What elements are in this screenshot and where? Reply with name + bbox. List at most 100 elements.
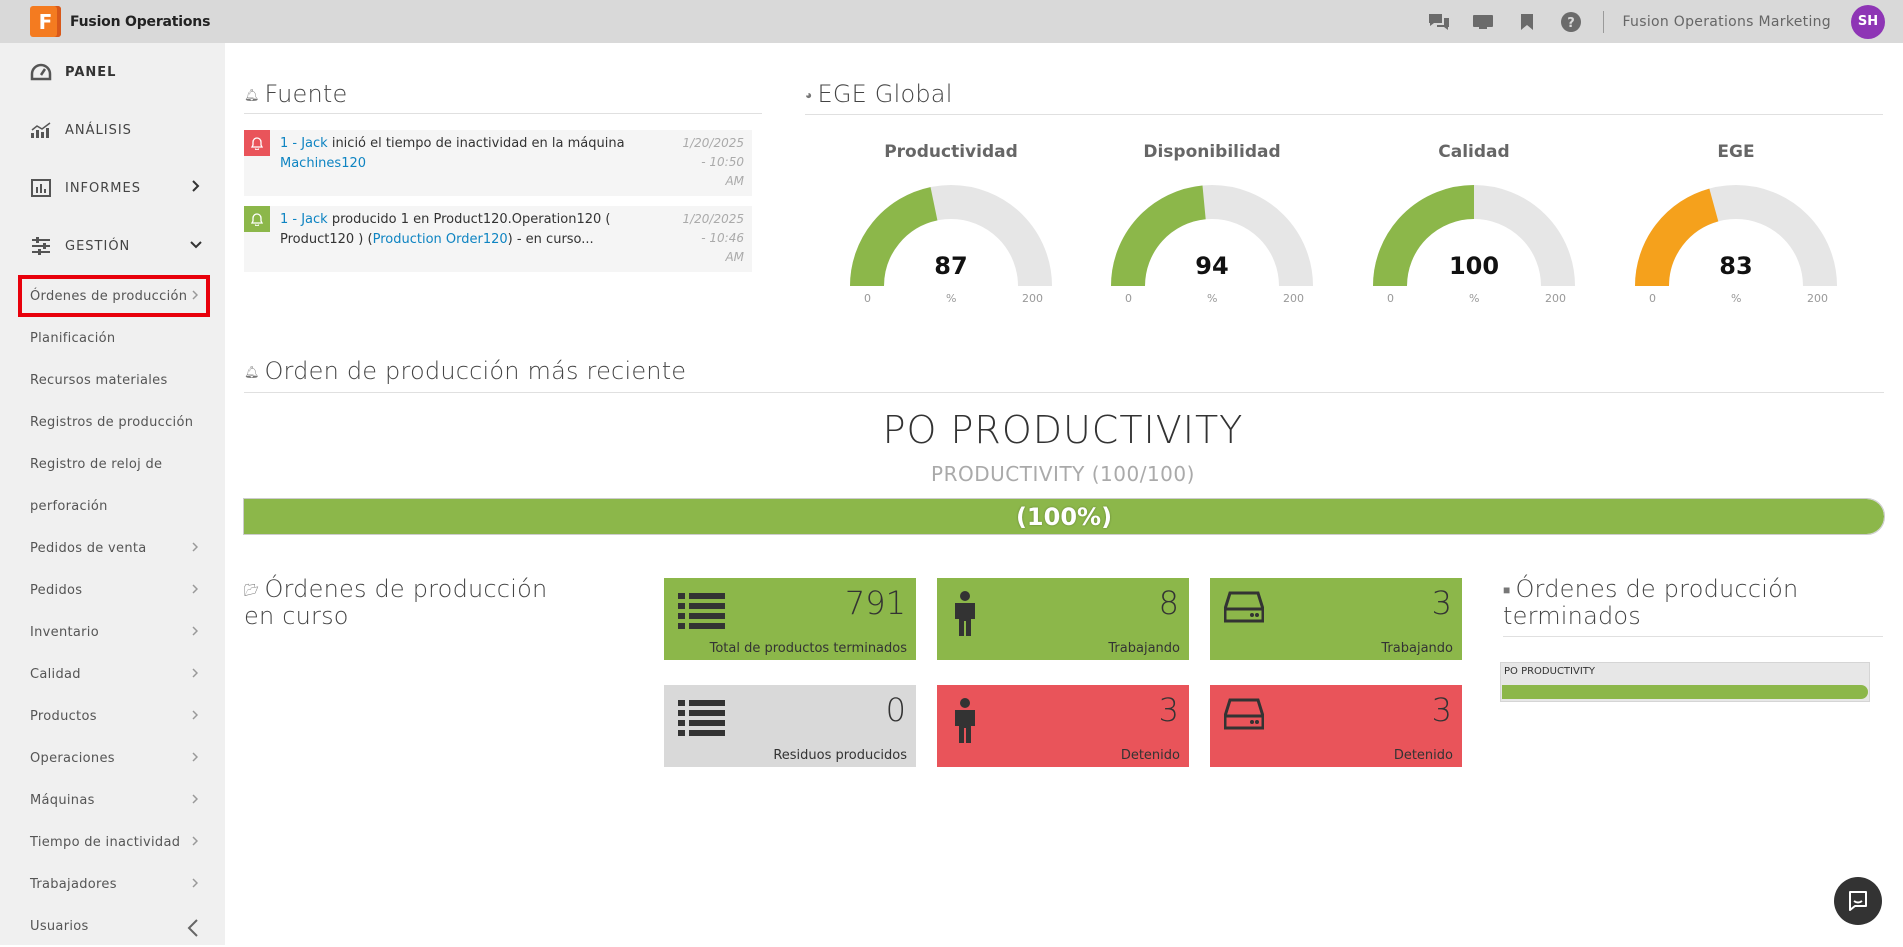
sliders-icon <box>30 235 52 257</box>
sidebar-item-panel[interactable]: PANEL <box>0 43 225 101</box>
divider <box>244 392 1884 393</box>
sidebar-item-operaciones[interactable]: Operaciones <box>0 737 225 779</box>
feed-machine-link[interactable]: Machines120 <box>280 156 366 171</box>
stat-label: Total de productos terminados <box>709 641 907 656</box>
gauge-max: 200 <box>1022 292 1043 305</box>
org-name[interactable]: Fusion Operations Marketing <box>1622 14 1831 30</box>
bookmark-icon[interactable] <box>1505 0 1549 43</box>
feed-actor-link[interactable]: 1 - Jack <box>280 136 328 151</box>
sidebar-item-label: Usuarios <box>30 918 89 934</box>
chevron-right-icon <box>192 878 198 888</box>
app-title[interactable]: Fusion Operations <box>70 14 210 30</box>
sidebar-item-pedidos-venta[interactable]: Pedidos de venta <box>0 527 225 569</box>
feed-order-link[interactable]: Production Order120 <box>373 232 508 247</box>
chevron-right-icon <box>192 752 198 762</box>
sidebar-item-planificacion[interactable]: Planificación <box>0 317 225 359</box>
feed-date-line: AM <box>725 250 744 264</box>
chevron-right-icon <box>192 542 198 552</box>
gauge-value: 87 <box>934 252 968 280</box>
stat-tile[interactable]: 3 Trabajando <box>1210 578 1462 660</box>
feed-date-line: 1/20/2025 <box>682 212 744 226</box>
stat-tile[interactable]: 8 Trabajando <box>937 578 1189 660</box>
feed-date-line: AM <box>725 174 744 188</box>
stat-value: 3 <box>1431 584 1452 622</box>
sidebar-item-registros-produccion[interactable]: Registros de producción <box>0 401 225 443</box>
gauge-value: 83 <box>1719 252 1753 280</box>
stat-tile[interactable]: 0 Residuos producidos <box>664 685 916 767</box>
sidebar-item-analisis[interactable]: ANÁLISIS <box>0 101 225 159</box>
sidebar-item-pedidos[interactable]: Pedidos <box>0 569 225 611</box>
sidebar-item-tiempo-inactividad[interactable]: Tiempo de inactividad <box>0 821 225 863</box>
chevron-right-icon <box>192 836 198 846</box>
sidebar-item-maquinas[interactable]: Máquinas <box>0 779 225 821</box>
stat-label: Trabajando <box>1381 641 1453 656</box>
sidebar-item-label: Registros de producción <box>30 414 194 430</box>
stat-label: Detenido <box>1393 748 1453 763</box>
sidebar-item-inventario[interactable]: Inventario <box>0 611 225 653</box>
sidebar-item-label: Máquinas <box>30 792 95 808</box>
sidebar-item-recursos-materiales[interactable]: Recursos materiales <box>0 359 225 401</box>
po-name: PO PRODUCTIVITY <box>882 408 1244 452</box>
feed-message-tail: ) - en curso... <box>507 232 594 247</box>
gauge-1: Disponibilidad 94 0% 200 <box>1107 142 1317 312</box>
stat-tile[interactable]: 3 Detenido <box>1210 685 1462 767</box>
gauge-title: Disponibilidad <box>1143 142 1281 162</box>
gauge-min: 0 <box>864 292 871 305</box>
sidebar-item-label: Planificación <box>30 330 116 346</box>
feed-item: 1 - Jack inició el tiempo de inactividad… <box>244 130 752 196</box>
bar-chart-icon <box>30 177 52 199</box>
sidebar-item-productos[interactable]: Productos <box>0 695 225 737</box>
stat-label: Detenido <box>1120 748 1180 763</box>
support-chat-button[interactable] <box>1834 877 1882 925</box>
collapse-sidebar-icon[interactable] <box>187 919 199 937</box>
divider <box>1503 636 1883 637</box>
stat-value: 8 <box>1158 584 1179 622</box>
sidebar-item-informes[interactable]: INFORMES <box>0 159 225 217</box>
sidebar-item-label: Operaciones <box>30 750 115 766</box>
gauge-title: Productividad <box>884 142 1018 162</box>
recent-order-title: 🔔︎ Orden de producción más reciente <box>244 357 687 385</box>
tv-icon[interactable] <box>1461 0 1505 43</box>
person-icon <box>951 698 979 748</box>
chart-icon <box>30 119 52 141</box>
sidebar-item-registro-reloj-cont[interactable]: perforación <box>0 485 225 527</box>
sidebar-item-label: Tiempo de inactividad <box>30 834 181 850</box>
feed-actor-link[interactable]: 1 - Jack <box>280 212 328 227</box>
gauge-3: EGE 83 0% 200 <box>1631 142 1841 312</box>
user-avatar[interactable]: SH <box>1851 4 1885 39</box>
in-progress-title: 📂︎ Órdenes de producción en curso <box>244 575 548 630</box>
machine-icon <box>1223 591 1265 627</box>
oee-title: ◕ EGE Global <box>805 80 953 108</box>
sidebar-item-ordenes-produccion[interactable]: Órdenes de producción <box>18 275 210 317</box>
sidebar-item-registro-reloj[interactable]: Registro de reloj de <box>0 443 225 485</box>
gauge-min: 0 <box>1387 292 1394 305</box>
sidebar-item-calidad[interactable]: Calidad <box>0 653 225 695</box>
gauge-max: 200 <box>1283 292 1304 305</box>
finished-order-card[interactable]: PO PRODUCTIVITY <box>1500 662 1870 702</box>
feed-item: 1 - Jack producido 1 en Product120.Opera… <box>244 206 752 272</box>
person-icon <box>951 591 979 641</box>
gauge-unit: % <box>1207 292 1218 305</box>
stat-label: Trabajando <box>1108 641 1180 656</box>
dashboard-icon <box>30 61 52 83</box>
app-logo[interactable]: F <box>30 6 61 37</box>
help-icon[interactable]: ? <box>1549 0 1593 43</box>
chevron-right-icon <box>192 626 198 636</box>
gauge-value: 100 <box>1448 252 1500 280</box>
sidebar-item-trabajadores[interactable]: Trabajadores <box>0 863 225 905</box>
divider <box>805 114 1883 115</box>
sidebar-item-label: Calidad <box>30 666 81 682</box>
stat-tile[interactable]: 791 Total de productos terminados <box>664 578 916 660</box>
chat-icon[interactable] <box>1417 0 1461 43</box>
sidebar-item-label: Trabajadores <box>30 876 117 892</box>
sidebar-item-gestion[interactable]: GESTIÓN <box>0 217 225 275</box>
chevron-right-icon <box>192 710 198 720</box>
feed-text: 1 - Jack producido 1 en Product120.Opera… <box>280 210 680 250</box>
sidebar-item-label: Registro de reloj de <box>30 456 163 472</box>
sidebar-item-label: INFORMES <box>65 180 141 196</box>
stat-value: 0 <box>885 691 906 729</box>
stat-tile[interactable]: 3 Detenido <box>937 685 1189 767</box>
sidebar-item-label: Órdenes de producción <box>30 288 188 304</box>
sidebar-item-label: PANEL <box>65 64 117 80</box>
bell-icon <box>244 130 270 156</box>
